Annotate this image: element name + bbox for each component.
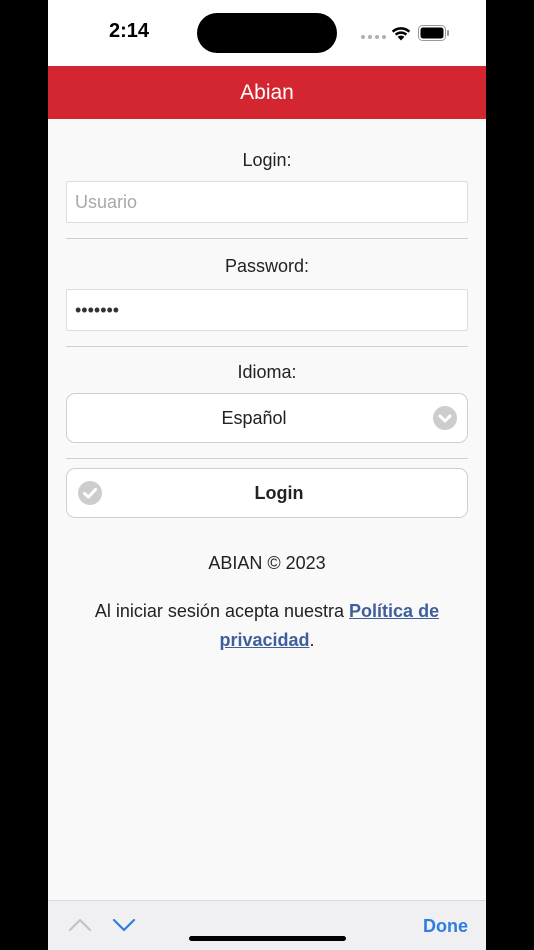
cellular-signal-icon — [361, 35, 386, 39]
privacy-suffix: . — [309, 630, 315, 650]
password-label: Password: — [224, 256, 310, 276]
status-time: 2:14 — [109, 20, 150, 42]
login-label: Login: — [242, 150, 292, 170]
keyboard-accessory-bar: Done — [48, 900, 486, 950]
phone-screen: 2:14 Abian Login: Password: Idi — [48, 0, 486, 950]
username-input[interactable] — [66, 181, 468, 223]
privacy-notice: Al iniciar sesión acepta nuestra Polític… — [78, 597, 456, 655]
login-button-label: Login — [254, 482, 304, 503]
password-input[interactable] — [66, 289, 468, 331]
chevron-down-circle-icon — [433, 406, 457, 430]
login-button[interactable]: Login — [66, 468, 468, 518]
home-indicator — [189, 936, 346, 941]
status-bar: 2:14 — [48, 0, 486, 66]
language-select[interactable]: Español — [66, 393, 468, 443]
done-button[interactable]: Done — [423, 916, 468, 937]
app-title: Abian — [240, 80, 294, 104]
wifi-icon — [391, 27, 411, 41]
app-header: Abian — [48, 66, 486, 119]
chevron-up-icon[interactable] — [68, 917, 92, 933]
check-circle-icon — [78, 481, 102, 505]
privacy-prefix: Al iniciar sesión acepta nuestra — [94, 601, 350, 621]
battery-icon — [418, 25, 449, 41]
dynamic-island — [197, 13, 337, 53]
login-form: Login: Password: Idioma: Español — [66, 119, 468, 518]
chevron-down-icon[interactable] — [112, 917, 136, 933]
copyright-text: ABIAN © 2023 — [208, 553, 326, 573]
language-selected-value: Español — [221, 407, 287, 428]
language-label: Idioma: — [237, 362, 297, 382]
